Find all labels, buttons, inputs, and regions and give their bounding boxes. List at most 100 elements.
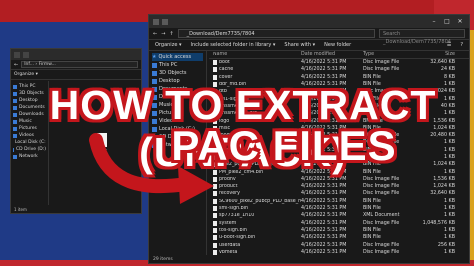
- file-name: cover: [219, 74, 233, 80]
- table-row[interactable]: recovery 4/16/2022 5:31 PM Disc Image File…: [209, 190, 469, 197]
- sidebar-item[interactable]: ★ Quick access: [152, 53, 203, 61]
- large-window-titlebar: – □ ✕: [149, 15, 469, 28]
- file-name-cell: SC9600_pike2_pubcp_PLD_base_ro_modem: [209, 198, 301, 204]
- organize-button[interactable]: Organize ▾: [155, 42, 182, 48]
- close-icon[interactable]: ✕: [455, 18, 465, 25]
- table-row[interactable]: u-boot-sign.bin 4/16/2022 5:31 PM BIN File…: [209, 234, 469, 241]
- file-icon: [213, 198, 217, 204]
- table-row[interactable]: SC9600_pike2_pubcp_PLD_base_ro_modem4/16…: [209, 198, 469, 205]
- file-date-cell: 4/16/2022 5:31 PM: [301, 206, 347, 212]
- file-size-cell: 24 KB: [440, 67, 455, 73]
- file-name-cell: cache: [209, 67, 301, 73]
- file-name: recovery: [219, 191, 240, 197]
- file-icon: [213, 60, 217, 66]
- file-size-cell: 1 KB: [443, 198, 455, 204]
- file-date-cell: 4/16/2022 5:31 PM: [301, 227, 347, 233]
- file-icon: [213, 227, 217, 233]
- file-type-cell: Disc Image File: [363, 242, 400, 248]
- table-row[interactable]: vbmeta 4/16/2022 5:31 PM Disc Image File 1 …: [209, 249, 469, 255]
- file-icon: [213, 176, 217, 182]
- file-name-cell: product: [209, 184, 301, 190]
- folder-icon: [153, 18, 159, 25]
- search-input[interactable]: Search _Download/Dem7735/7804: [379, 29, 465, 45]
- file-size-cell: 1 KB: [443, 227, 455, 233]
- file-name: sp7731e_1h10: [219, 213, 255, 219]
- file-icon: [213, 191, 217, 197]
- file-date-cell: 4/16/2022 5:31 PM: [301, 235, 347, 241]
- column-header-size[interactable]: Size: [421, 52, 457, 57]
- sidebar-item[interactable]: 3D Objects: [152, 69, 203, 77]
- minimize-icon[interactable]: –: [429, 18, 439, 25]
- table-row[interactable]: tos-sign.bin 4/16/2022 5:31 PM BIN File 1 K…: [209, 227, 469, 234]
- file-size-cell: 1 KB: [443, 235, 455, 241]
- file-size-cell: 32,640 KB: [430, 191, 455, 197]
- table-row[interactable]: product 4/16/2022 5:31 PM Disc Image File 1…: [209, 183, 469, 190]
- file-name-cell: prodnv: [209, 176, 301, 182]
- table-row[interactable]: prodnv 4/16/2022 5:31 PM Disc Image File 1,…: [209, 176, 469, 183]
- forward-arrow-icon[interactable]: →: [161, 31, 165, 37]
- file-date-cell: 4/16/2022 5:31 PM: [301, 198, 347, 204]
- file-date-cell: 4/16/2022 5:31 PM: [301, 74, 347, 80]
- small-window-path[interactable]: Inf... › Firmw...: [21, 61, 138, 68]
- file-type-cell: Disc Image File: [363, 176, 400, 182]
- file-icon: [213, 74, 217, 80]
- table-row[interactable]: userdata 4/16/2022 5:31 PM Disc Image File…: [209, 241, 469, 248]
- table-row[interactable]: sp7731e_1h10 4/16/2022 5:31 PM XML Documen…: [209, 212, 469, 219]
- file-name: cache: [219, 67, 234, 73]
- file-name-cell: vbmeta: [209, 249, 301, 255]
- file-icon: [213, 235, 217, 241]
- include-in-library-button[interactable]: Include selected folder in library ▾: [191, 42, 276, 48]
- file-name: u-boot-sign.bin: [219, 235, 256, 241]
- table-row[interactable]: system 4/16/2022 5:31 PM Disc Image File 1,…: [209, 220, 469, 227]
- view-options-icon[interactable]: ☰: [447, 42, 451, 48]
- column-header-type[interactable]: Type: [363, 52, 421, 57]
- location-icon: [152, 70, 157, 76]
- file-type-cell: BIN File: [363, 74, 381, 80]
- file-name: prodnv: [219, 176, 236, 182]
- file-name: tos-sign.bin: [219, 227, 247, 233]
- file-name: userdata: [219, 242, 241, 248]
- file-icon: [213, 184, 217, 190]
- file-type-cell: BIN File: [363, 235, 381, 241]
- up-arrow-icon[interactable]: ↑: [169, 31, 173, 37]
- sidebar-item[interactable]: This PC: [152, 61, 203, 69]
- file-name-cell: userdata: [209, 242, 301, 248]
- small-window-status: 1 item: [14, 207, 27, 212]
- file-name: product: [219, 184, 238, 190]
- new-folder-button[interactable]: New folder: [324, 42, 351, 48]
- file-size-cell: 8 KB: [443, 74, 455, 80]
- large-window-status: 29 items: [153, 257, 173, 262]
- help-icon[interactable]: ?: [460, 42, 463, 48]
- file-date-cell: 4/16/2022 5:31 PM: [301, 60, 347, 66]
- file-name-cell: u-boot-sign.bin: [209, 235, 301, 241]
- file-name: sml-sign.bin: [219, 206, 249, 212]
- location-icon: [152, 62, 157, 68]
- large-window-address-bar: ← → ↑ _Download/Dem7735/7804 Search _Dow…: [149, 28, 469, 45]
- sidebar-item-label: Quick access: [158, 54, 192, 60]
- column-header-name[interactable]: Name: [209, 52, 301, 57]
- file-name-cell: system: [209, 220, 301, 226]
- file-name-cell: boot: [209, 60, 301, 66]
- back-arrow-icon[interactable]: ←: [14, 62, 18, 68]
- table-row[interactable]: cache 4/16/2022 5:31 PM Disc Image File 24 …: [209, 66, 469, 73]
- maximize-icon[interactable]: □: [442, 18, 452, 25]
- share-with-button[interactable]: Share with ▾: [284, 42, 315, 48]
- file-type-cell: Disc Image File: [363, 220, 400, 226]
- file-name: SC9600_pike2_pubcp_PLD_base_ro_modem: [219, 198, 301, 204]
- path-field[interactable]: _Download/Dem7735/7804: [177, 29, 375, 38]
- small-window-command-bar: Organize ▾: [11, 70, 141, 80]
- table-row[interactable]: sml-sign.bin 4/16/2022 5:31 PM BIN File 1 K…: [209, 205, 469, 212]
- sidebar-item-label: This PC: [159, 62, 178, 68]
- file-date-cell: 4/16/2022 5:31 PM: [301, 242, 347, 248]
- organize-button[interactable]: Organize ▾: [14, 72, 38, 77]
- file-size-cell: 1,536 KB: [433, 176, 455, 182]
- back-arrow-icon[interactable]: ←: [153, 31, 157, 37]
- file-date-cell: 4/16/2022 5:31 PM: [301, 249, 347, 255]
- table-row[interactable]: boot 4/16/2022 5:31 PM Disc Image File 32,6…: [209, 59, 469, 66]
- file-size-cell: 32,640 KB: [430, 60, 455, 66]
- file-icon: [213, 206, 217, 212]
- file-size-cell: 1,024 KB: [433, 184, 455, 190]
- folder-icon: [14, 51, 20, 58]
- column-header-date[interactable]: Date modified: [301, 52, 363, 57]
- table-row[interactable]: cover 4/16/2022 5:31 PM BIN File 8 KB: [209, 74, 469, 81]
